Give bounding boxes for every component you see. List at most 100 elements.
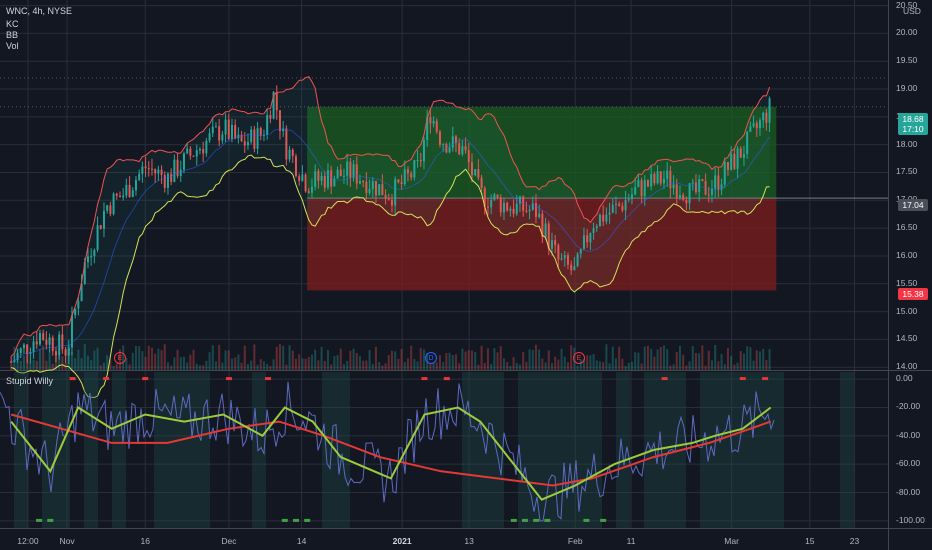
volume-bar bbox=[381, 365, 384, 370]
volume-bar bbox=[605, 344, 608, 370]
volume-bar bbox=[762, 348, 765, 370]
volume-bar bbox=[378, 361, 381, 370]
volume-bar bbox=[662, 345, 665, 370]
volume-bar bbox=[189, 354, 192, 370]
volume-bar bbox=[442, 362, 445, 370]
volume-bar bbox=[742, 353, 745, 370]
osc-shade bbox=[574, 372, 588, 528]
osc-shade bbox=[588, 372, 602, 528]
time-tick: 13 bbox=[464, 536, 474, 546]
volume-bar bbox=[467, 350, 470, 370]
volume-bar bbox=[480, 345, 483, 370]
volume-bar bbox=[493, 348, 496, 370]
earnings-event-icon[interactable]: E bbox=[573, 352, 585, 364]
volume-bar bbox=[637, 352, 640, 370]
osc-shade bbox=[476, 372, 490, 528]
volume-bar bbox=[394, 351, 397, 370]
price-tick: 19.50 bbox=[896, 55, 918, 66]
symbol-legend[interactable]: WNC, 4h, NYSE bbox=[6, 6, 72, 17]
volume-bar bbox=[598, 361, 601, 370]
volume-bar bbox=[739, 351, 742, 370]
volume-bar bbox=[682, 354, 685, 370]
volume-bar bbox=[445, 353, 448, 370]
volume-bar bbox=[541, 358, 544, 370]
volume-bar bbox=[499, 346, 502, 370]
volume-bar bbox=[557, 359, 560, 370]
volume-bar bbox=[419, 348, 422, 370]
volume-bar bbox=[621, 358, 624, 370]
volume-bar bbox=[672, 364, 675, 370]
volume-bar bbox=[278, 344, 281, 370]
oversold-marker bbox=[600, 518, 607, 522]
price-tick: 14.50 bbox=[896, 333, 918, 344]
volume-bar bbox=[285, 364, 288, 370]
price-tick: 16.00 bbox=[896, 249, 918, 260]
volume-bar bbox=[547, 350, 550, 370]
volume-bar bbox=[179, 357, 182, 370]
time-tick: 11 bbox=[626, 536, 636, 546]
entry-price-badge: 17.04 bbox=[898, 199, 928, 211]
volume-bar bbox=[576, 365, 579, 370]
oscillator-title[interactable]: Stupid Willy bbox=[6, 376, 53, 387]
volume-bar bbox=[368, 350, 371, 370]
volume-bar bbox=[474, 351, 477, 370]
volume-bar bbox=[214, 361, 217, 370]
oversold-marker bbox=[533, 518, 540, 522]
indicator-vol-label[interactable]: Vol bbox=[6, 41, 19, 52]
indicator-kc-label[interactable]: KC bbox=[6, 19, 19, 30]
volume-bar bbox=[166, 362, 169, 370]
overbought-marker bbox=[142, 377, 149, 381]
volume-bar bbox=[755, 350, 758, 370]
volume-bar bbox=[730, 355, 733, 370]
dividend-event-icon[interactable]: D bbox=[425, 352, 437, 364]
volume-bar bbox=[128, 364, 131, 370]
volume-bar bbox=[768, 349, 771, 370]
volume-bar bbox=[518, 364, 521, 370]
volume-bar bbox=[131, 352, 134, 370]
volume-bar bbox=[611, 346, 614, 370]
price-tick: 20.00 bbox=[896, 27, 918, 38]
volume-bar bbox=[390, 350, 393, 370]
overbought-marker bbox=[443, 377, 450, 381]
osc-shade bbox=[462, 372, 476, 528]
volume-bar bbox=[310, 354, 313, 370]
volume-bar bbox=[723, 364, 726, 370]
volume-bar bbox=[288, 345, 291, 370]
volume-bar bbox=[253, 344, 256, 370]
volume-bar bbox=[570, 345, 573, 370]
volume-bar bbox=[448, 352, 451, 370]
oversold-marker bbox=[47, 518, 54, 522]
volume-bar bbox=[371, 363, 374, 370]
volume-bar bbox=[208, 352, 211, 370]
volume-bar bbox=[198, 365, 201, 370]
volume-bar bbox=[403, 362, 406, 370]
price-tick: 15.00 bbox=[896, 305, 918, 316]
stop-price-badge: 15.38 bbox=[898, 288, 928, 300]
chart-canvas[interactable] bbox=[0, 0, 932, 550]
indicator-bb-label[interactable]: BB bbox=[6, 30, 18, 41]
overbought-marker bbox=[661, 377, 668, 381]
volume-bar bbox=[243, 345, 246, 370]
volume-bar bbox=[544, 362, 547, 370]
volume-bar bbox=[186, 362, 189, 370]
volume-bar bbox=[614, 358, 617, 370]
volume-bar bbox=[691, 346, 694, 370]
osc-shade bbox=[56, 372, 70, 528]
volume-bar bbox=[138, 346, 141, 370]
volume-bar bbox=[144, 356, 147, 370]
volume-bar bbox=[298, 354, 301, 370]
volume-bar bbox=[227, 350, 230, 370]
volume-bar bbox=[416, 361, 419, 370]
volume-bar bbox=[515, 362, 518, 370]
volume-bar bbox=[714, 344, 717, 370]
earnings-event-icon[interactable]: E bbox=[114, 352, 126, 364]
volume-bar bbox=[701, 345, 704, 370]
volume-bar bbox=[387, 355, 390, 370]
volume-bar bbox=[410, 345, 413, 370]
volume-bar bbox=[758, 351, 761, 370]
volume-bar bbox=[618, 346, 621, 370]
volume-bar bbox=[451, 354, 454, 370]
osc-shade bbox=[42, 372, 56, 528]
osc-shade bbox=[168, 372, 182, 528]
osc-shade bbox=[532, 372, 546, 528]
